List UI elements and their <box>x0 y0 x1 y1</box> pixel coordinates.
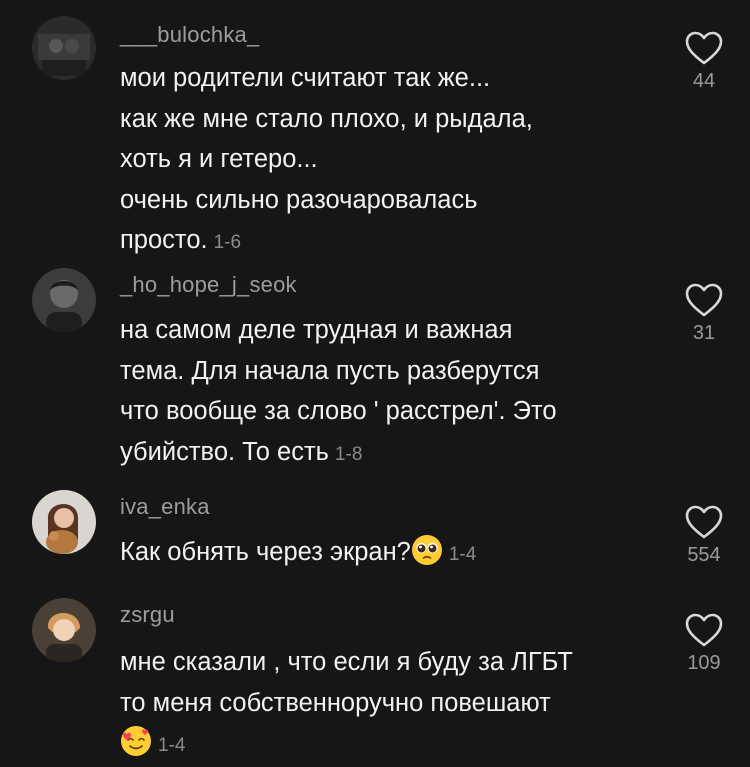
comment-line-last: просто. 1-6 <box>120 220 640 264</box>
comment-line: хоть я и гетеро... <box>120 145 318 173</box>
heart-outline-icon <box>685 613 723 647</box>
like-count: 554 <box>687 544 721 566</box>
comment-username[interactable]: _ho_hope_j_seok <box>120 272 297 298</box>
comment-username[interactable]: ___bulochka_ <box>120 22 259 48</box>
avatar[interactable] <box>32 490 96 554</box>
comment-item: iva_enka Как обнять через экран? 1-4 554 <box>0 484 750 594</box>
user-avatar-redhead-icon <box>32 598 96 662</box>
comment-line: на самом деле трудная и важная <box>120 316 513 344</box>
comment-meta: 1-4 <box>448 544 477 565</box>
comment-line-last: 1-4 <box>120 723 640 767</box>
comment-line: мне сказали , что если я буду за ЛГБТ <box>120 648 573 676</box>
comment-username[interactable]: zsrgu <box>120 602 175 628</box>
comment-username[interactable]: iva_enka <box>120 494 210 520</box>
comment-text: мне сказали , что если я буду за ЛГБТ то… <box>120 642 640 767</box>
comment-line-text: убийство. То есть <box>120 437 329 466</box>
like-button[interactable]: 109 <box>672 612 736 675</box>
comment-line: очень сильно разочаровалась <box>120 185 478 214</box>
like-count: 109 <box>687 652 721 674</box>
heart-outline-icon <box>685 31 723 65</box>
pleading-face-emoji-icon <box>411 535 442 565</box>
avatar[interactable] <box>32 268 96 332</box>
heart-outline-icon <box>685 283 723 317</box>
comment-text: мои родители считают так же... как же мн… <box>120 58 640 264</box>
comment-line: что вообще за слово ' расстрел'. Это <box>120 397 557 425</box>
avatar[interactable] <box>32 598 96 662</box>
comment-line-text: Как обнять через экран? <box>120 538 411 566</box>
comment-item: ___bulochka_ мои родители считают так же… <box>0 0 750 260</box>
comment-text: на самом деле трудная и важная тема. Для… <box>120 310 640 475</box>
comment-line: тема. Для начала пусть разберутся <box>120 356 540 385</box>
comment-meta: 1-4 <box>158 735 186 756</box>
comment-line: мои родители считают так же... <box>120 64 491 92</box>
smiling-face-with-hearts-emoji-icon <box>121 726 151 756</box>
comment-line-last: Как обнять через экран? 1-4 <box>120 532 640 576</box>
like-button[interactable]: 554 <box>672 504 736 567</box>
like-count: 44 <box>692 70 716 92</box>
comment-meta: 1-6 <box>213 232 242 253</box>
comment-text: Как обнять через экран? 1-4 <box>120 532 640 576</box>
like-count: 31 <box>692 322 716 344</box>
comment-item: _ho_hope_j_seok на самом деле трудная и … <box>0 262 750 482</box>
comment-item: zsrgu мне сказали , что если я буду за Л… <box>0 596 750 756</box>
like-button[interactable]: 44 <box>672 30 736 93</box>
heart-outline-icon <box>685 505 723 539</box>
avatar[interactable] <box>32 16 96 80</box>
like-button[interactable]: 31 <box>672 282 736 345</box>
comment-line-last: убийство. То есть 1-8 <box>120 432 640 476</box>
user-avatar-dark-photo-icon <box>32 16 96 80</box>
comment-line: как же мне стало плохо, и рыдала, <box>120 104 533 133</box>
user-avatar-portrait-icon <box>32 268 96 332</box>
comment-line-text: просто. <box>120 226 208 254</box>
comment-meta: 1-8 <box>334 443 363 465</box>
comment-line: то меня собственноручно повешают <box>120 688 551 717</box>
user-avatar-girl-with-cat-icon <box>32 490 96 554</box>
